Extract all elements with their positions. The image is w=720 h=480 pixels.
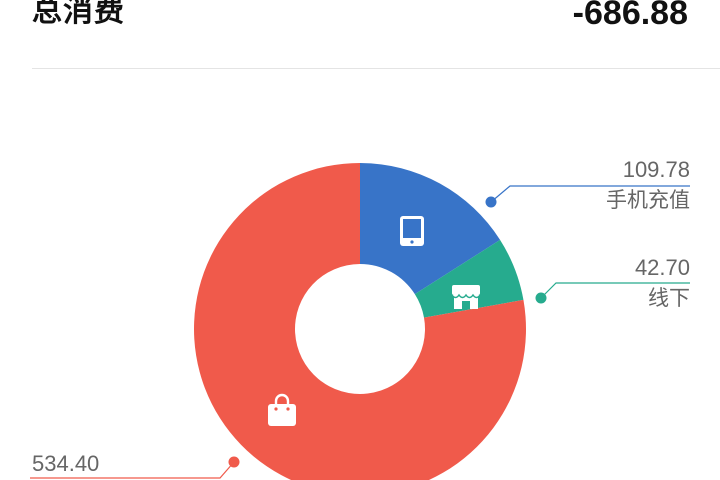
shopping-value: 534.40 [32, 451, 100, 476]
store-icon [451, 285, 481, 309]
offline-value: 42.70 [634, 255, 690, 280]
offline-label: 线下 [648, 286, 690, 310]
tablet-icon [400, 216, 424, 246]
phone-recharge-value: 109.78 [622, 157, 690, 182]
phone-recharge-label: 手机充值 [606, 188, 690, 212]
expense-donut-chart[interactable] [0, 0, 720, 480]
chart-slices [194, 163, 526, 480]
expense-screen: 总消费 -686.88 109.78 手机充值 42.70 线下 534.40 [0, 0, 720, 480]
